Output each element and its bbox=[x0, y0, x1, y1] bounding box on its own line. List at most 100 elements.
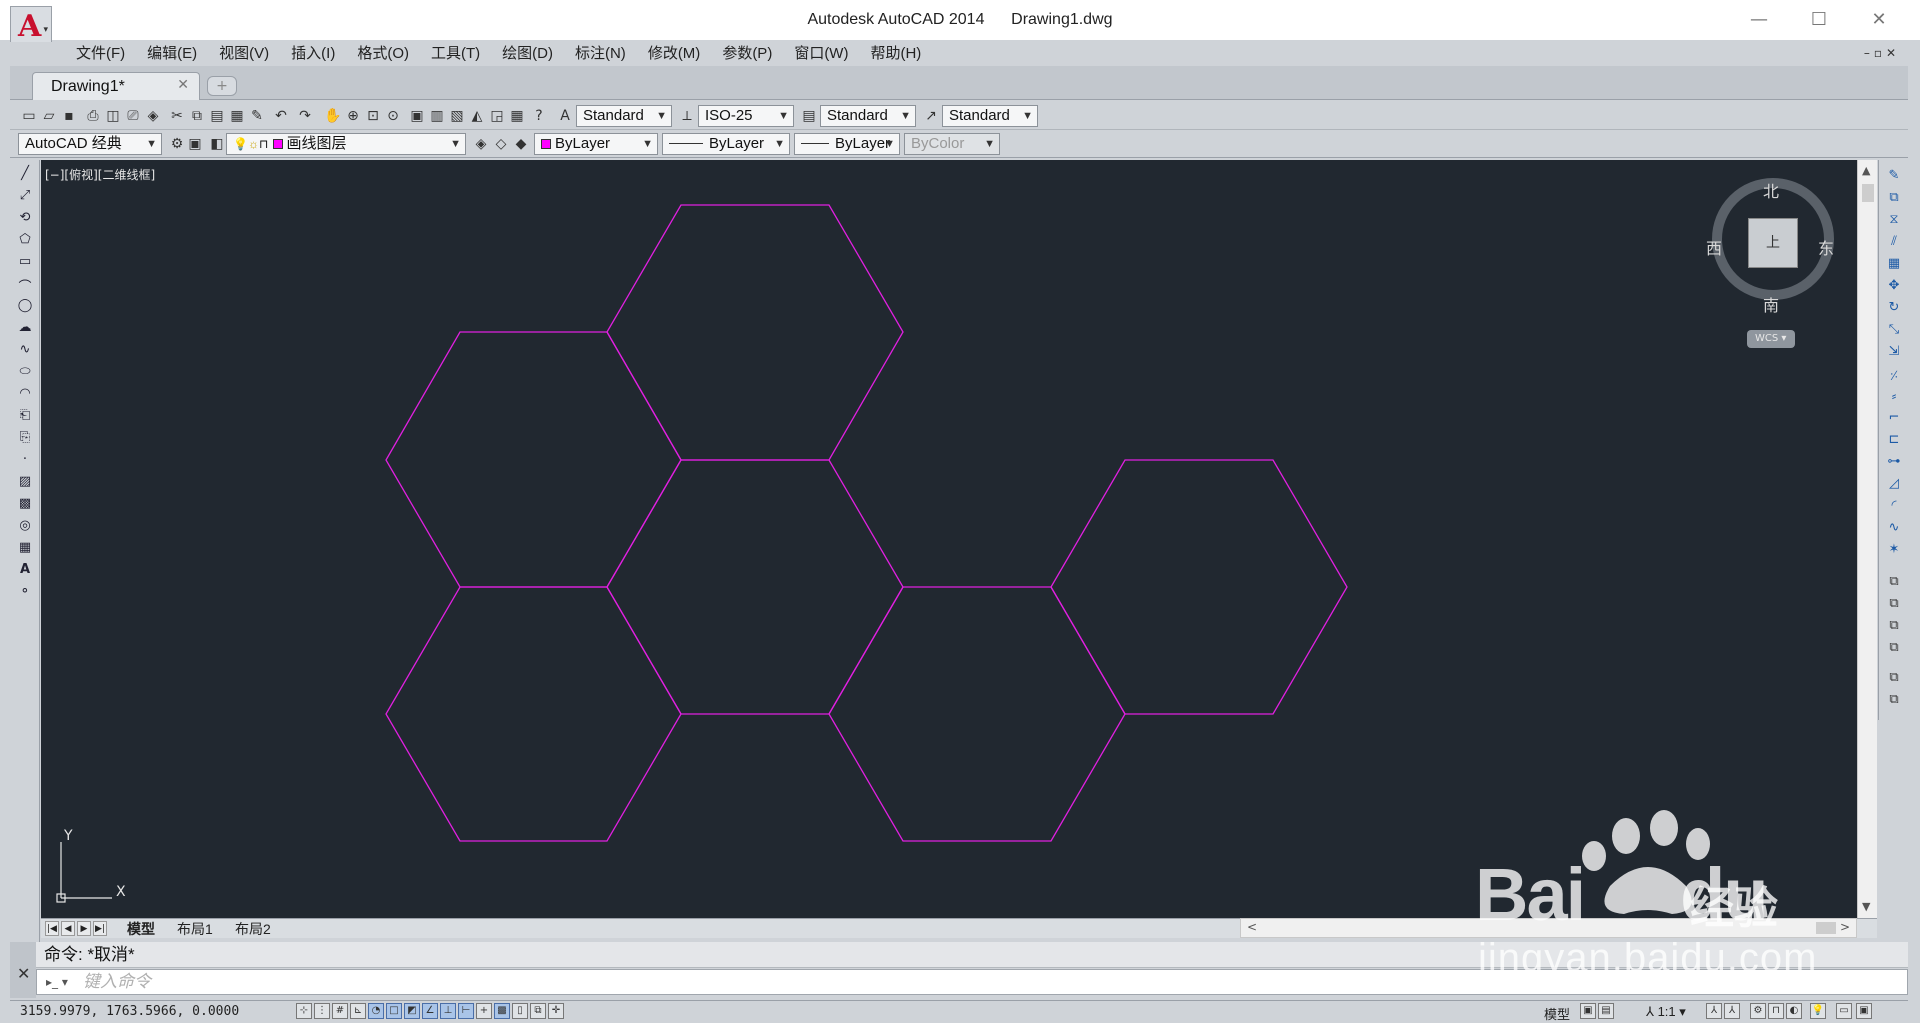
viewcube-east[interactable]: 东 bbox=[1818, 235, 1834, 259]
text-front-icon[interactable]: ⧉ bbox=[1885, 670, 1903, 688]
minimize-button[interactable]: — bbox=[1736, 6, 1782, 34]
table-icon[interactable]: ▦ bbox=[16, 540, 34, 558]
line-icon[interactable]: ╱ bbox=[16, 166, 34, 184]
explode-icon[interactable]: ✶ bbox=[1885, 542, 1903, 560]
ortho-icon[interactable]: ⊾ bbox=[350, 1003, 366, 1019]
close-button[interactable]: ✕ bbox=[1856, 6, 1902, 34]
auto-scale-icon[interactable]: ⅄ bbox=[1724, 1003, 1740, 1019]
menu-draw[interactable]: 绘图(D) bbox=[491, 42, 564, 66]
scroll-up-icon[interactable]: ▲ bbox=[1862, 164, 1870, 177]
layer-previous-icon[interactable]: ◇ bbox=[492, 135, 510, 153]
tab-drawing1[interactable]: Drawing1* ✕ bbox=[32, 72, 200, 100]
menu-window[interactable]: 窗口(W) bbox=[783, 42, 859, 66]
document-window-controls[interactable]: –▫✕ bbox=[1864, 46, 1900, 60]
help-icon[interactable]: ? bbox=[530, 107, 548, 125]
open-folder-icon[interactable]: ▱ bbox=[40, 107, 58, 125]
polyline-icon[interactable]: ⟲ bbox=[16, 210, 34, 228]
layer-state-icon[interactable]: ◆ bbox=[512, 135, 530, 153]
selection-cycling-icon[interactable]: ⧉ bbox=[530, 1003, 546, 1019]
blend-curves-icon[interactable]: ∿ bbox=[1885, 520, 1903, 538]
ellipse-arc-icon[interactable]: ◠ bbox=[16, 386, 34, 404]
text-style-icon[interactable]: A bbox=[556, 107, 574, 125]
undo-icon[interactable]: ↶ bbox=[272, 107, 290, 125]
wcs-menu-button[interactable]: WCS ▾ bbox=[1747, 330, 1795, 348]
hexagon-right[interactable] bbox=[1050, 459, 1348, 715]
copy-icon[interactable]: ⧉ bbox=[188, 107, 206, 125]
mleader-style-select[interactable]: Standard ▼ bbox=[942, 105, 1038, 127]
customize-icon[interactable]: ▣ bbox=[186, 135, 204, 153]
grid-icon[interactable]: # bbox=[332, 1003, 348, 1019]
maximize-button[interactable]: ☐ bbox=[1796, 6, 1842, 34]
workspace-settings-icon[interactable]: ⚙ bbox=[168, 135, 186, 153]
viewcube-north[interactable]: 北 bbox=[1763, 178, 1779, 202]
design-center-icon[interactable]: ▥ bbox=[428, 107, 446, 125]
polygon-icon[interactable]: ⬠ bbox=[16, 232, 34, 250]
dynamic-ucs-icon[interactable]: ⊥ bbox=[440, 1003, 456, 1019]
stretch-icon[interactable]: ⇲ bbox=[1885, 344, 1903, 362]
lineweight-select[interactable]: ByLayer ▼ bbox=[794, 133, 900, 155]
paste-icon[interactable]: ▤ bbox=[208, 107, 226, 125]
first-layout-icon[interactable]: |◀ bbox=[45, 921, 59, 936]
menu-help[interactable]: 帮助(H) bbox=[859, 42, 932, 66]
layer-properties-icon[interactable]: ◧ bbox=[208, 135, 226, 153]
quick-view-drawings-icon[interactable]: ▤ bbox=[1598, 1003, 1614, 1019]
3d-print-icon[interactable]: ◈ bbox=[144, 107, 162, 125]
array-icon[interactable]: ▦ bbox=[1885, 256, 1903, 274]
tab-layout1[interactable]: 布局1 bbox=[177, 919, 213, 939]
viewcube-top-face[interactable]: 上 bbox=[1748, 218, 1798, 268]
previous-layout-icon[interactable]: ◀ bbox=[61, 921, 75, 936]
menu-modify[interactable]: 修改(M) bbox=[637, 42, 712, 66]
viewcube-south[interactable]: 南 bbox=[1763, 292, 1779, 316]
hexagon-center[interactable] bbox=[606, 459, 904, 715]
break-at-point-icon[interactable]: ⌐ bbox=[1885, 410, 1903, 428]
fillet-icon[interactable]: ◜ bbox=[1885, 498, 1903, 516]
menu-format[interactable]: 格式(O) bbox=[346, 42, 420, 66]
join-icon[interactable]: ⊶ bbox=[1885, 454, 1903, 472]
coordinate-readout[interactable]: 3159.9979, 1763.5966, 0.0000 bbox=[20, 1004, 239, 1019]
layer-select[interactable]: 💡☼⊓ 画线图层 ▼ bbox=[226, 133, 466, 155]
scroll-left-icon[interactable]: < bbox=[1247, 920, 1257, 934]
paste-block-icon[interactable]: ▦ bbox=[228, 107, 246, 125]
tab-model[interactable]: 模型 bbox=[127, 919, 155, 939]
print-preview-icon[interactable]: ◫ bbox=[104, 107, 122, 125]
hardware-acceleration-icon[interactable]: ◐ bbox=[1786, 1003, 1802, 1019]
bring-above-icon[interactable]: ⧉ bbox=[1885, 640, 1903, 658]
publish-icon[interactable]: ⎚ bbox=[124, 107, 142, 125]
point-icon[interactable]: · bbox=[16, 452, 34, 470]
print-icon[interactable]: ⎙ bbox=[84, 107, 102, 125]
menu-view[interactable]: 视图(V) bbox=[208, 42, 280, 66]
construction-line-icon[interactable]: ⤢ bbox=[16, 188, 34, 206]
transparency-icon[interactable]: ▩ bbox=[494, 1003, 510, 1019]
zoom-previous-icon[interactable]: ⊙ bbox=[384, 107, 402, 125]
lock-ui-icon[interactable]: ⊓ bbox=[1768, 1003, 1784, 1019]
annotation-scale[interactable]: ⅄ 1:1 ▾ bbox=[1646, 1004, 1686, 1020]
draw-order-icon[interactable]: ⧉ bbox=[1885, 574, 1903, 592]
menu-edit[interactable]: 编辑(E) bbox=[136, 42, 208, 66]
workspace-select[interactable]: AutoCAD 经典 ▼ bbox=[18, 133, 162, 155]
region-icon[interactable]: ◎ bbox=[16, 518, 34, 536]
pan-hand-icon[interactable]: ✋ bbox=[324, 107, 342, 125]
menu-file[interactable]: 文件(F) bbox=[65, 42, 136, 66]
dim-style-icon[interactable]: ⟂ bbox=[678, 107, 696, 125]
menu-tools[interactable]: 工具(T) bbox=[420, 42, 491, 66]
trim-icon[interactable]: ⸓ bbox=[1885, 366, 1903, 384]
menu-insert[interactable]: 插入(I) bbox=[280, 42, 346, 66]
hatch-back-icon[interactable]: ⧉ bbox=[1885, 692, 1903, 710]
calculator-icon[interactable]: ▦ bbox=[508, 107, 526, 125]
command-prompt-icon[interactable]: ▸_ ▾ bbox=[46, 975, 68, 989]
scroll-thumb[interactable] bbox=[1862, 184, 1874, 202]
hexagon-bottom-right[interactable] bbox=[828, 586, 1126, 842]
markup-icon[interactable]: ◲ bbox=[488, 107, 506, 125]
redo-icon[interactable]: ↷ bbox=[296, 107, 314, 125]
insert-block-icon[interactable]: ⎗ bbox=[16, 408, 34, 426]
dynamic-input-icon[interactable]: ⊢ bbox=[458, 1003, 474, 1019]
new-tab-button[interactable]: + bbox=[207, 76, 237, 96]
lineweight-display-icon[interactable]: + bbox=[476, 1003, 492, 1019]
sheet-set-icon[interactable]: ◭ bbox=[468, 107, 486, 125]
mleader-style-icon[interactable]: ↗ bbox=[922, 107, 940, 125]
dim-style-select[interactable]: ISO-25 ▼ bbox=[698, 105, 794, 127]
snap-mode-icon[interactable]: ⋮ bbox=[314, 1003, 330, 1019]
menu-parametric[interactable]: 参数(P) bbox=[711, 42, 783, 66]
scale-icon[interactable]: ⤡ bbox=[1885, 322, 1903, 340]
make-block-icon[interactable]: ⎘ bbox=[16, 430, 34, 448]
